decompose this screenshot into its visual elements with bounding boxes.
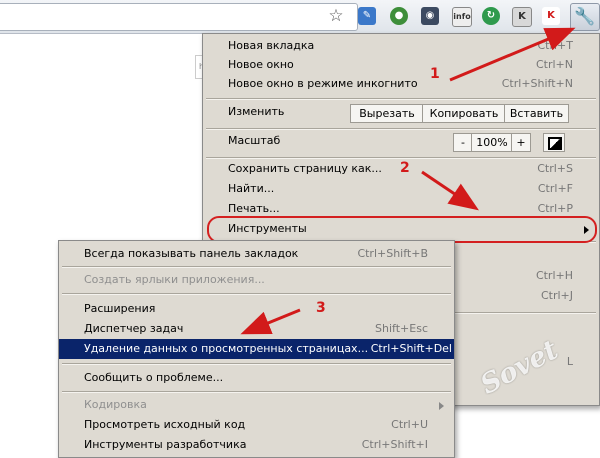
annotation-arrow-2 [421, 170, 479, 211]
annotation-number-3: 3 [316, 300, 326, 316]
annotation-number-1: 1 [430, 66, 440, 82]
annotation-arrow-1 [449, 27, 576, 82]
annotation-arrow-3 [240, 308, 301, 335]
annotation-number-2: 2 [400, 160, 410, 176]
